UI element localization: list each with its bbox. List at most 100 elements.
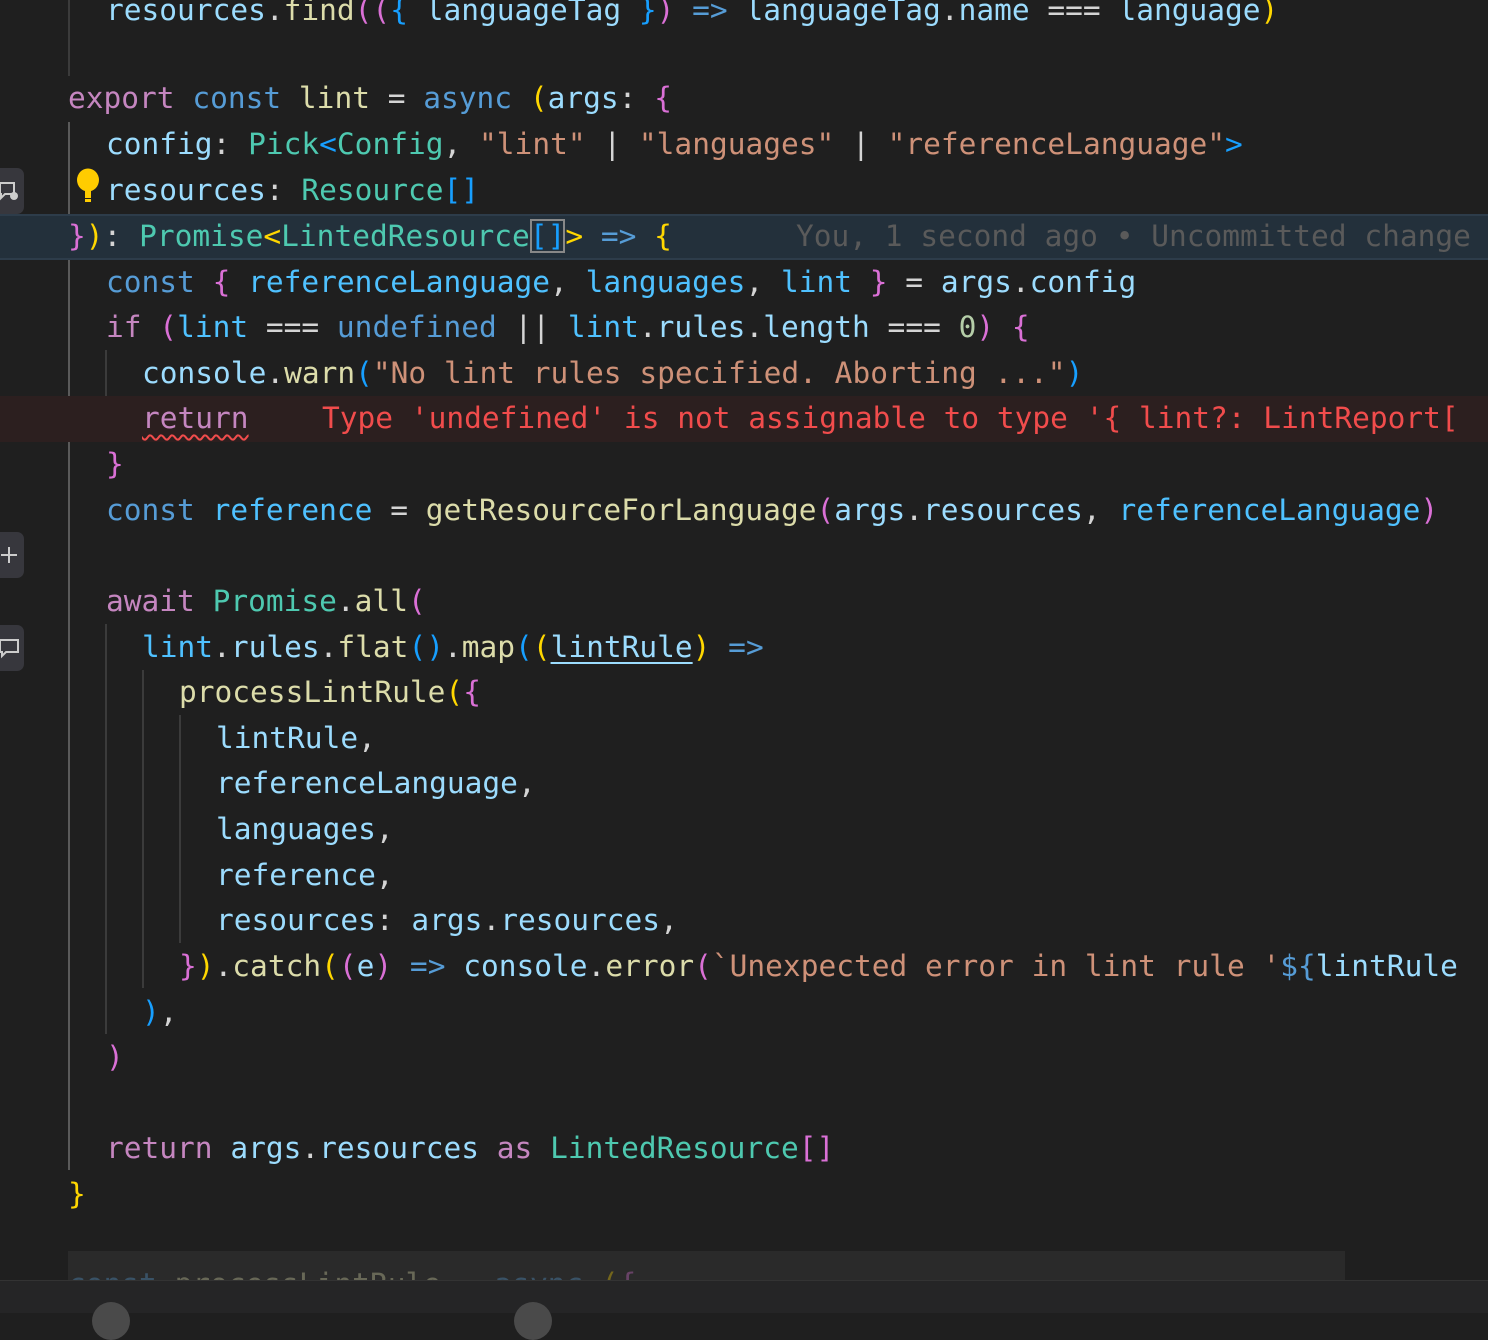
code-line-current[interactable]: }): Promise<LintedResource[]> => { You, …	[0, 214, 1488, 260]
token: resources	[500, 903, 661, 937]
token: {	[1011, 310, 1030, 344]
code-line[interactable]: lint.rules.flat().map((lintRule) =>	[0, 625, 1488, 671]
code-line[interactable]: }	[0, 1172, 1488, 1218]
code-line[interactable]: }).catch((e) => console.error(`Unexpecte…	[0, 944, 1488, 990]
code-line[interactable]: const { referenceLanguage, languages, li…	[0, 260, 1488, 306]
add-icon-glyph	[1, 547, 17, 563]
token: )	[142, 995, 160, 1029]
token: .	[301, 1131, 320, 1165]
code-line[interactable]: if (lint === undefined || lint.rules.len…	[0, 305, 1488, 351]
token: length	[763, 310, 870, 344]
token: resources	[106, 173, 266, 207]
token: =	[441, 1267, 494, 1280]
token: =	[887, 265, 941, 299]
token: e	[356, 949, 375, 983]
code-line-partial[interactable]: const processLintRule = async ({	[0, 1262, 1488, 1280]
code-line-error[interactable]: return Type 'undefined' is not assignabl…	[0, 396, 1488, 442]
token: .	[482, 903, 501, 937]
token: lintRule	[550, 630, 693, 664]
error-lens-diagnostic[interactable]: Type 'undefined' is not assignable to ty…	[322, 396, 1459, 442]
comment-plus-icon[interactable]	[0, 168, 24, 214]
git-blame-annotation[interactable]: You, 1 second ago • Uncommitted change	[796, 216, 1471, 258]
code-editor[interactable]: resources.find(({ languageTag }) => lang…	[0, 0, 1488, 1280]
token: .	[336, 584, 355, 618]
token: error	[605, 949, 695, 983]
code-line[interactable]: resources: args.resources,	[0, 898, 1488, 944]
token: config	[106, 127, 213, 161]
code-line[interactable]: }	[0, 442, 1488, 488]
token: )	[1420, 493, 1439, 527]
token: args	[230, 1131, 302, 1165]
token: (	[338, 949, 357, 983]
token: :	[618, 81, 655, 115]
token: "No lint rules specified. Aborting ..."	[372, 356, 1066, 390]
lightbulb-icon[interactable]	[76, 168, 100, 204]
token: languages	[585, 265, 746, 299]
token: :	[212, 127, 249, 161]
token: flat	[337, 630, 409, 664]
code-line[interactable]: lintRule,	[0, 716, 1488, 762]
token: |	[834, 127, 888, 161]
token: {	[654, 81, 672, 115]
token: ,	[550, 265, 586, 299]
token: lint	[142, 630, 214, 664]
code-line[interactable]: await Promise.all(	[0, 579, 1488, 625]
code-line[interactable]: ),	[0, 990, 1488, 1036]
token: |	[585, 127, 639, 161]
token: lintRule	[1315, 949, 1458, 983]
token: rules	[656, 310, 746, 344]
token: ,	[375, 858, 394, 892]
code-line[interactable]: console.warn("No lint rules specified. A…	[0, 351, 1488, 397]
token: Pick	[248, 127, 320, 161]
code-line[interactable]: referenceLanguage,	[0, 761, 1488, 807]
code-line[interactable]: return args.resources as LintedResource[…	[0, 1126, 1488, 1172]
token: .	[443, 630, 462, 664]
token: LintedResource	[281, 219, 530, 253]
token: getResourceForLanguage	[425, 493, 817, 527]
token: ,	[358, 721, 376, 755]
token: {	[212, 265, 231, 299]
code-line[interactable]: processLintRule({	[0, 670, 1488, 716]
add-icon[interactable]	[0, 532, 24, 578]
token: ()	[408, 630, 444, 664]
code-line[interactable]: languages,	[0, 807, 1488, 853]
token: .	[940, 0, 959, 27]
code-line[interactable]: const reference = getResourceForLanguage…	[0, 488, 1488, 534]
token: .	[905, 493, 924, 527]
comment-icon[interactable]	[0, 625, 24, 671]
code-line[interactable]: config: Pick<Config, "lint" | "languages…	[0, 122, 1488, 168]
code-line[interactable]: resources.find(({ languageTag }) => lang…	[0, 0, 1488, 34]
token: .	[265, 0, 284, 27]
code-line[interactable]: resources: Resource[]	[0, 168, 1488, 214]
token: find	[283, 0, 355, 27]
token: processLintRule	[175, 1267, 441, 1280]
token: .	[214, 949, 233, 983]
token: "lint"	[479, 127, 586, 161]
code-line[interactable]: reference,	[0, 853, 1488, 899]
token: as	[496, 1131, 533, 1165]
error-token[interactable]: return	[142, 401, 249, 435]
token: ===	[248, 310, 337, 344]
token: lint	[567, 310, 639, 344]
token: :	[103, 219, 140, 253]
token: referenceLanguage	[248, 265, 551, 299]
token: if	[106, 310, 142, 344]
code-line[interactable]: )	[0, 1035, 1488, 1081]
token: referenceLanguage	[1118, 493, 1421, 527]
token: export	[68, 81, 175, 115]
token: ((	[354, 0, 391, 27]
scroll-knob[interactable]	[92, 1302, 130, 1340]
code-line[interactable]: export const lint = async (args: {	[0, 76, 1488, 122]
token: resources	[216, 903, 376, 937]
token: languageTag	[745, 0, 941, 27]
token: (	[515, 630, 533, 664]
token: const	[106, 493, 195, 527]
token: =>	[710, 630, 782, 664]
scroll-knob[interactable]	[514, 1302, 552, 1340]
token: resources	[106, 0, 266, 27]
